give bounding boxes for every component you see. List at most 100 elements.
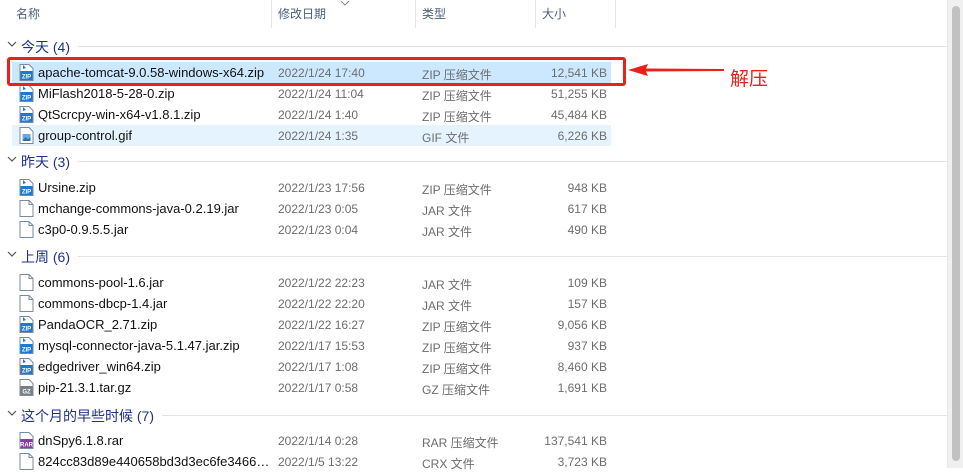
- column-header: 名称 修改日期 类型 大小: [0, 0, 947, 28]
- file-type: JAR 文件: [422, 299, 473, 313]
- file-name: mchange-commons-java-0.2.19.jar: [38, 201, 239, 216]
- group-divider: [78, 256, 947, 257]
- group-divider: [162, 415, 947, 416]
- file-size: 9,056 KB: [557, 318, 607, 332]
- file-name: c3p0-0.9.5.5.jar: [38, 222, 129, 237]
- file-date: 2022/1/17 15:53: [278, 339, 365, 353]
- column-type-header[interactable]: 类型: [415, 0, 535, 28]
- file-size: 937 KB: [567, 339, 607, 353]
- vertical-scrollbar[interactable]: [947, 0, 963, 468]
- sort-chevron-icon: [340, 0, 350, 6]
- collapse-chevron-icon[interactable]: [6, 407, 18, 419]
- file-row[interactable]: GZ pip-21.3.1.tar.gz 2022/1/17 0:58 GZ 压缩文件…: [0, 377, 947, 398]
- file-row[interactable]: RAR dnSpy6.1.8.rar 2022/1/14 0:28 RAR 压缩文件 1…: [0, 430, 947, 451]
- file-date: 2022/1/5 13:22: [278, 455, 359, 469]
- file-name: PandaOCR_2.71.zip: [38, 317, 158, 332]
- collapse-chevron-icon[interactable]: [6, 248, 18, 260]
- svg-text:ZIP: ZIP: [22, 369, 31, 375]
- file-size: 1,691 KB: [557, 381, 607, 395]
- file-date: 2022/1/23 17:56: [278, 181, 365, 195]
- collapse-chevron-icon[interactable]: [6, 38, 18, 50]
- file-type: ZIP 压缩文件: [422, 341, 492, 355]
- file-row[interactable]: 824cc83d89e440658bd3d3ec6fe3466… 2022/1/5…: [0, 451, 947, 472]
- file-icon: [18, 221, 34, 238]
- collapse-chevron-icon[interactable]: [6, 153, 18, 165]
- column-size-label: 大小: [542, 7, 567, 21]
- svg-text:GZ: GZ: [22, 390, 31, 396]
- file-name: commons-pool-1.6.jar: [38, 275, 164, 290]
- rar-icon: RAR: [18, 432, 34, 449]
- file-type: RAR 压缩文件: [422, 436, 499, 450]
- group-label: 上周 (6): [21, 249, 70, 265]
- file-row[interactable]: commons-dbcp-1.4.jar 2022/1/22 22:20 JAR 文…: [0, 293, 947, 314]
- group-label: 昨天 (3): [21, 154, 70, 170]
- file-date: 2022/1/14 0:28: [278, 434, 359, 448]
- file-size: 3,723 KB: [557, 455, 607, 469]
- column-divider[interactable]: [615, 0, 616, 28]
- file-name: pip-21.3.1.tar.gz: [38, 380, 132, 395]
- group-header[interactable]: 上周 (6): [0, 245, 947, 267]
- svg-text:ZIP: ZIP: [22, 348, 31, 354]
- group-header[interactable]: 今天 (4): [0, 35, 947, 57]
- file-type: JAR 文件: [422, 278, 473, 292]
- file-row[interactable]: ZIP Ursine.zip 2022/1/23 17:56 ZIP 压缩文件 948 …: [0, 177, 947, 198]
- file-type: ZIP 压缩文件: [422, 89, 492, 103]
- image-icon: [18, 127, 34, 144]
- file-row[interactable]: ZIP mysql-connector-java-5.1.47.jar.zip 20…: [0, 335, 947, 356]
- file-size: 490 KB: [567, 223, 607, 237]
- group-header[interactable]: 这个月的早些时候 (7): [0, 404, 947, 426]
- svg-text:ZIP: ZIP: [22, 190, 31, 196]
- file-icon: [18, 200, 34, 217]
- file-date: 2022/1/22 22:20: [278, 297, 365, 311]
- file-name: Ursine.zip: [38, 180, 96, 195]
- file-name: MiFlash2018-5-28-0.zip: [38, 86, 175, 101]
- file-date: 2022/1/24 11:04: [278, 87, 364, 101]
- group-header[interactable]: 昨天 (3): [0, 150, 947, 172]
- zip-icon: ZIP: [18, 85, 34, 102]
- file-row[interactable]: c3p0-0.9.5.5.jar 2022/1/23 0:04 JAR 文件 490 …: [0, 219, 947, 240]
- file-icon: [18, 453, 34, 470]
- file-type: ZIP 压缩文件: [422, 362, 492, 376]
- file-type: GZ 压缩文件: [422, 383, 490, 397]
- highlight-box: [7, 57, 626, 86]
- file-type: ZIP 压缩文件: [422, 320, 492, 334]
- file-type: JAR 文件: [422, 204, 473, 218]
- annotation-label: 解压: [730, 69, 769, 90]
- gz-icon: GZ: [18, 379, 34, 396]
- file-icon: [18, 274, 34, 291]
- file-row[interactable]: commons-pool-1.6.jar 2022/1/22 22:23 JAR 文…: [0, 272, 947, 293]
- file-row[interactable]: mchange-commons-java-0.2.19.jar 2022/1/23…: [0, 198, 947, 219]
- column-size-header[interactable]: 大小: [535, 0, 615, 28]
- svg-text:ZIP: ZIP: [22, 327, 31, 333]
- file-row[interactable]: group-control.gif 2022/1/24 1:35 GIF 文件 6,2…: [0, 125, 947, 146]
- zip-icon: ZIP: [18, 337, 34, 354]
- file-row[interactable]: ZIP edgedriver_win64.zip 2022/1/17 1:08 ZIP…: [0, 356, 947, 377]
- file-size: 137,541 KB: [544, 434, 607, 448]
- column-name-header[interactable]: 名称: [9, 0, 271, 28]
- file-row[interactable]: ZIP QtScrcpy-win-x64-v1.8.1.zip 2022/1/24 …: [0, 104, 947, 125]
- file-list: 今天 (4) ZIP apache-tomcat-9.0.58-windows-x6…: [0, 28, 947, 471]
- group-label: 今天 (4): [21, 39, 70, 55]
- file-name: QtScrcpy-win-x64-v1.8.1.zip: [38, 107, 201, 122]
- column-modified-label: 修改日期: [278, 7, 327, 21]
- scrollbar-thumb[interactable]: [952, 6, 960, 461]
- group-divider: [78, 46, 947, 47]
- file-row[interactable]: ZIP PandaOCR_2.71.zip 2022/1/22 16:27 ZIP 压…: [0, 314, 947, 335]
- svg-text:ZIP: ZIP: [22, 96, 31, 102]
- file-name: mysql-connector-java-5.1.47.jar.zip: [38, 338, 240, 353]
- file-row[interactable]: ZIP MiFlash2018-5-28-0.zip 2022/1/24 11:04…: [0, 83, 947, 104]
- file-type: ZIP 压缩文件: [422, 110, 492, 124]
- file-size: 45,484 KB: [550, 108, 607, 122]
- file-date: 2022/1/24 1:40: [278, 108, 359, 122]
- file-name: group-control.gif: [38, 128, 132, 143]
- file-size: 617 KB: [567, 202, 607, 216]
- file-date: 2022/1/22 16:27: [278, 318, 365, 332]
- file-size: 6,226 KB: [557, 129, 607, 143]
- file-size: 51,255 KB: [550, 87, 607, 101]
- arrow-annotation-icon: [628, 64, 724, 76]
- file-size: 157 KB: [567, 297, 607, 311]
- svg-text:RAR: RAR: [20, 443, 34, 449]
- file-name: edgedriver_win64.zip: [38, 359, 161, 374]
- zip-icon: ZIP: [18, 106, 34, 123]
- file-name: 824cc83d89e440658bd3d3ec6fe3466…: [38, 454, 270, 469]
